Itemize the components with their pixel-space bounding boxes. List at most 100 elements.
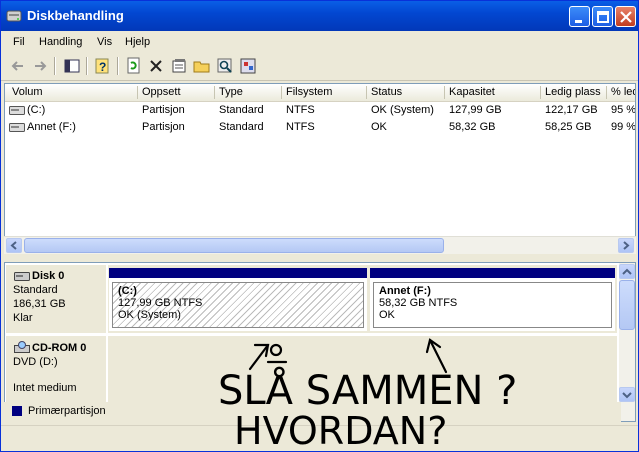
cell-kapasitet: 58,32 GB <box>449 121 496 133</box>
column-separator[interactable] <box>540 86 541 99</box>
cell-prosent-ledig: 95 % <box>611 104 636 116</box>
column-header-filsystem[interactable]: Filsystem <box>286 86 332 98</box>
minimize-button[interactable] <box>569 6 590 27</box>
legend: Primærpartisjon <box>4 402 621 422</box>
console-tree-icon[interactable] <box>63 57 81 75</box>
menu-vis[interactable]: Vis <box>97 36 112 48</box>
chevron-up-icon <box>622 268 632 275</box>
toolbar-separator <box>117 57 119 75</box>
cdrom-0-label[interactable]: CD-ROM 0 DVD (D:) Intet medium <box>6 336 106 402</box>
legend-swatch-primary <box>12 406 22 416</box>
legend-label-primary: Primærpartisjon <box>28 405 106 417</box>
column-separator[interactable] <box>366 86 367 99</box>
hard-drive-icon <box>9 106 25 115</box>
close-icon <box>620 11 632 23</box>
scroll-down-button[interactable] <box>619 387 635 402</box>
svg-text:?: ? <box>99 60 106 74</box>
cell-type: Standard <box>219 121 264 133</box>
toolbar: ? <box>1 53 638 81</box>
chevron-down-icon <box>622 392 632 399</box>
menu-fil[interactable]: Fil <box>13 36 25 48</box>
disk-0-size: 186,31 GB <box>13 298 66 310</box>
partition-primary-bar <box>370 268 615 278</box>
partition-c[interactable]: (C:) 127,99 GB NTFS OK (System) <box>109 268 367 331</box>
horizontal-scroll-thumb[interactable] <box>24 238 444 253</box>
menu-bar: Fil Handling Vis Hjelp <box>1 32 638 52</box>
cell-filsystem: NTFS <box>286 104 315 116</box>
forward-icon[interactable] <box>31 57 49 75</box>
scroll-right-button[interactable] <box>618 238 634 253</box>
partition-c-name: (C:) <box>118 285 137 297</box>
maximize-icon <box>597 11 609 23</box>
close-button[interactable] <box>615 6 636 27</box>
cell-type: Standard <box>219 104 264 116</box>
cell-oppsett: Partisjon <box>142 121 185 133</box>
explore-icon[interactable] <box>216 57 234 75</box>
partition-c-status: OK (System) <box>118 309 181 321</box>
partition-f-body: Annet (F:) 58,32 GB NTFS OK <box>373 282 612 328</box>
partition-f[interactable]: Annet (F:) 58,32 GB NTFS OK <box>370 268 615 331</box>
table-row[interactable]: Annet (F:) Partisjon Standard NTFS OK 58… <box>5 119 636 136</box>
disk-management-app-icon <box>6 10 22 22</box>
disk-0-label[interactable]: Disk 0 Standard 186,31 GB Klar <box>6 265 106 333</box>
snap-in-icon[interactable] <box>239 57 257 75</box>
cd-drive-icon <box>14 341 30 353</box>
help-icon[interactable]: ? <box>94 57 112 75</box>
toolbar-separator <box>86 57 88 75</box>
cell-kapasitet: 127,99 GB <box>449 104 502 116</box>
cell-ledig-plass: 122,17 GB <box>545 104 598 116</box>
column-header-status[interactable]: Status <box>371 86 402 98</box>
table-row[interactable]: (C:) Partisjon Standard NTFS OK (System)… <box>5 102 636 119</box>
cell-volume: (C:) <box>27 104 46 116</box>
column-separator[interactable] <box>214 86 215 99</box>
hard-disk-icon <box>14 272 30 281</box>
title-bar[interactable]: Diskbehandling <box>1 1 638 31</box>
volume-list-header: Volum Oppsett Type Filsystem Status Kapa… <box>5 84 635 102</box>
open-icon[interactable] <box>193 57 211 75</box>
delete-icon[interactable] <box>147 57 165 75</box>
cell-ledig-plass: 58,25 GB <box>545 121 592 133</box>
column-header-prosent-ledig[interactable]: % led <box>611 86 635 98</box>
cdrom-0-state: Intet medium <box>13 382 77 394</box>
column-separator[interactable] <box>281 86 282 99</box>
partition-f-fs: 58,32 GB NTFS <box>379 297 458 309</box>
scroll-left-button[interactable] <box>6 238 22 253</box>
column-header-volum[interactable]: Volum <box>12 86 43 98</box>
column-header-ledig-plass[interactable]: Ledig plass <box>545 86 601 98</box>
cell-status: OK (System) <box>371 104 434 116</box>
column-separator[interactable] <box>137 86 138 99</box>
minimize-icon <box>575 20 582 23</box>
partition-c-body: (C:) 127,99 GB NTFS OK (System) <box>112 282 364 328</box>
cdrom-0-area <box>108 336 617 402</box>
partition-f-name: Annet (F:) <box>379 285 431 297</box>
maximize-button[interactable] <box>592 6 613 27</box>
column-separator[interactable] <box>606 86 607 99</box>
disk-0-state: Klar <box>13 312 33 324</box>
partition-c-fs: 127,99 GB NTFS <box>118 297 203 309</box>
cell-volume: Annet (F:) <box>27 121 76 133</box>
properties-icon[interactable] <box>170 57 188 75</box>
volume-list: Volum Oppsett Type Filsystem Status Kapa… <box>4 83 636 253</box>
disk-0-name: Disk 0 <box>32 270 65 282</box>
column-header-oppsett[interactable]: Oppsett <box>142 86 181 98</box>
partition-primary-bar <box>109 268 367 278</box>
cdrom-0-name: CD-ROM 0 <box>32 342 87 354</box>
status-bar <box>1 425 638 451</box>
back-icon[interactable] <box>9 57 27 75</box>
vertical-scrollbar[interactable] <box>619 263 635 421</box>
disk-management-window: Diskbehandling Fil Handling Vis Hjelp ? <box>0 0 639 452</box>
scroll-up-button[interactable] <box>619 264 635 279</box>
partition-f-status: OK <box>379 309 395 321</box>
horizontal-scrollbar[interactable] <box>4 236 636 254</box>
column-separator[interactable] <box>444 86 445 99</box>
vertical-scroll-thumb[interactable] <box>619 280 635 330</box>
chevron-left-icon <box>10 241 17 250</box>
menu-handling[interactable]: Handling <box>39 36 82 48</box>
cell-filsystem: NTFS <box>286 121 315 133</box>
cell-prosent-ledig: 99 % <box>611 121 636 133</box>
chevron-right-icon <box>623 241 630 250</box>
menu-hjelp[interactable]: Hjelp <box>125 36 150 48</box>
refresh-icon[interactable] <box>125 57 143 75</box>
column-header-type[interactable]: Type <box>219 86 243 98</box>
column-header-kapasitet[interactable]: Kapasitet <box>449 86 495 98</box>
